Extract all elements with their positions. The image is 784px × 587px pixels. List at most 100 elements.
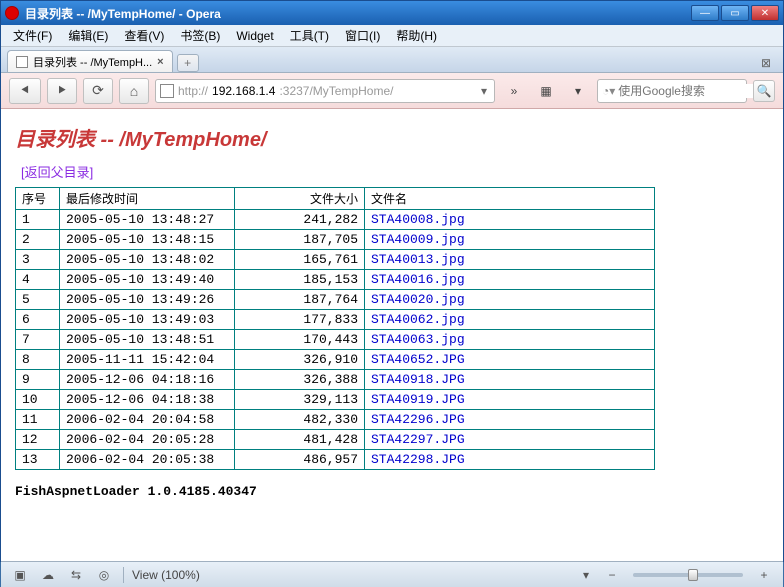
table-row: 42005-05-10 13:49:40185,153 STA40016.jpg	[16, 270, 655, 290]
cell-seq: 4	[16, 270, 60, 290]
zoom-reset-icon[interactable]: −	[601, 566, 623, 584]
maximize-button[interactable]: ▭	[721, 5, 749, 21]
turbo-icon[interactable]: ◎	[93, 566, 115, 584]
cell-mtime: 2005-12-06 04:18:16	[60, 370, 235, 390]
cell-size: 185,153	[235, 270, 365, 290]
window-title: 目录列表 -- /MyTempHome/ - Opera	[25, 5, 691, 22]
file-link[interactable]: STA42296.JPG	[371, 412, 465, 427]
parent-directory-link[interactable]: [返回父目录]	[21, 165, 93, 180]
file-link[interactable]: STA40652.JPG	[371, 352, 465, 367]
zoom-slider[interactable]	[633, 573, 743, 577]
menu-help[interactable]: 帮助(H)	[388, 25, 445, 46]
page-icon	[160, 84, 174, 98]
cell-seq: 6	[16, 310, 60, 330]
page-content: 目录列表 -- /MyTempHome/ [返回父目录] 序号 最后修改时间 文…	[1, 109, 783, 561]
document-icon	[16, 56, 28, 68]
fast-forward-button[interactable]: »	[501, 79, 527, 103]
zoom-thumb[interactable]	[688, 569, 698, 581]
cell-size: 481,428	[235, 430, 365, 450]
cell-fname: STA40008.jpg	[365, 210, 655, 230]
panel-toggle-icon[interactable]: ▣	[9, 566, 31, 584]
cloud-icon[interactable]: ☁	[37, 566, 59, 584]
cell-mtime: 2006-02-04 20:04:58	[60, 410, 235, 430]
minimize-button[interactable]: —	[691, 5, 719, 21]
url-path: :3237/MyTempHome/	[279, 84, 393, 98]
menu-widget[interactable]: Widget	[228, 27, 281, 45]
menu-tools[interactable]: 工具(T)	[282, 25, 337, 46]
forward-button[interactable]: ⯈	[47, 78, 77, 104]
tabgroup-close-icon[interactable]: ⊠	[761, 56, 777, 72]
cell-seq: 3	[16, 250, 60, 270]
search-engine-icon[interactable]: ◔▾	[602, 84, 615, 98]
cell-mtime: 2005-05-10 13:48:27	[60, 210, 235, 230]
divider	[123, 567, 124, 583]
file-link[interactable]: STA40063.jpg	[371, 332, 465, 347]
file-link[interactable]: STA40918.JPG	[371, 372, 465, 387]
titlebar: 目录列表 -- /MyTempHome/ - Opera — ▭ ✕	[1, 1, 783, 25]
table-row: 22005-05-10 13:48:15187,705STA40009.jpg	[16, 230, 655, 250]
search-box[interactable]: ◔▾	[597, 79, 747, 103]
feed-dropdown-icon[interactable]: ▾	[565, 79, 591, 103]
table-row: 132006-02-04 20:05:38486,957STA42298.JPG	[16, 450, 655, 470]
cell-seq: 1	[16, 210, 60, 230]
cell-fname: STA40020.jpg	[365, 290, 655, 310]
url-scheme: http://	[178, 84, 208, 98]
address-bar[interactable]: http://192.168.1.4:3237/MyTempHome/ ▾	[155, 79, 495, 103]
new-tab-button[interactable]: +	[177, 54, 199, 72]
cell-fname: STA42298.JPG	[365, 450, 655, 470]
opera-icon	[5, 6, 19, 20]
directory-table: 序号 最后修改时间 文件大小 文件名 12005-05-10 13:48:272…	[15, 187, 655, 470]
cell-size: 177,833	[235, 310, 365, 330]
cell-seq: 12	[16, 430, 60, 450]
cell-fname: STA40016.jpg	[365, 270, 655, 290]
cell-fname: STA40652.JPG	[365, 350, 655, 370]
menu-view[interactable]: 查看(V)	[116, 25, 172, 46]
file-link[interactable]: STA42298.JPG	[371, 452, 465, 467]
cell-seq: 5	[16, 290, 60, 310]
file-link[interactable]: STA40008.jpg	[371, 212, 465, 227]
reload-button[interactable]: ⟳	[83, 78, 113, 104]
tab-label: 目录列表 -- /MyTempH...	[33, 54, 152, 70]
zoom-out-icon[interactable]: ▾	[575, 566, 597, 584]
table-row: 92005-12-06 04:18:16326,388STA40918.JPG	[16, 370, 655, 390]
file-link[interactable]: STA40013.jpg	[371, 252, 465, 267]
menubar: 文件(F) 编辑(E) 查看(V) 书签(B) Widget 工具(T) 窗口(…	[1, 25, 783, 47]
cell-size: 187,764	[235, 290, 365, 310]
sync-icon[interactable]: ⇆	[65, 566, 87, 584]
menu-bookmarks[interactable]: 书签(B)	[172, 25, 228, 46]
search-input[interactable]	[618, 84, 773, 98]
col-mtime: 最后修改时间	[60, 188, 235, 210]
cell-seq: 7	[16, 330, 60, 350]
home-button[interactable]: ⌂	[119, 78, 149, 104]
tab-close-icon[interactable]: ×	[157, 56, 163, 68]
cell-size: 482,330	[235, 410, 365, 430]
cell-size: 326,388	[235, 370, 365, 390]
cell-size: 241,282	[235, 210, 365, 230]
cell-mtime: 2005-05-10 13:49:03	[60, 310, 235, 330]
menu-file[interactable]: 文件(F)	[5, 25, 60, 46]
menu-window[interactable]: 窗口(I)	[337, 25, 388, 46]
zoom-in-icon[interactable]: +	[753, 566, 775, 584]
file-link[interactable]: STA42297.JPG	[371, 432, 465, 447]
file-link[interactable]: STA40009.jpg	[371, 232, 465, 247]
file-link[interactable]: STA40016.jpg	[371, 272, 465, 287]
cell-mtime: 2006-02-04 20:05:28	[60, 430, 235, 450]
back-button[interactable]: ⯇	[9, 78, 41, 104]
file-link[interactable]: STA40919.JPG	[371, 392, 465, 407]
file-link[interactable]: STA40062.jpg	[371, 312, 465, 327]
cell-mtime: 2005-05-10 13:49:40	[60, 270, 235, 290]
table-row: 12005-05-10 13:48:27241,282 STA40008.jpg	[16, 210, 655, 230]
table-row: 32005-05-10 13:48:02165,761STA40013.jpg	[16, 250, 655, 270]
col-size: 文件大小	[235, 188, 365, 210]
zoom-label[interactable]: View (100%)	[132, 568, 200, 582]
cell-fname: STA42297.JPG	[365, 430, 655, 450]
address-dropdown-icon[interactable]: ▾	[478, 84, 490, 98]
table-row: 52005-05-10 13:49:26187,764STA40020.jpg	[16, 290, 655, 310]
cell-mtime: 2005-05-10 13:48:02	[60, 250, 235, 270]
search-button[interactable]: 🔍	[753, 80, 775, 102]
close-button[interactable]: ✕	[751, 5, 779, 21]
browser-tab[interactable]: 目录列表 -- /MyTempH... ×	[7, 50, 173, 72]
file-link[interactable]: STA40020.jpg	[371, 292, 465, 307]
menu-edit[interactable]: 编辑(E)	[60, 25, 116, 46]
feed-icon[interactable]: ▦	[533, 79, 559, 103]
